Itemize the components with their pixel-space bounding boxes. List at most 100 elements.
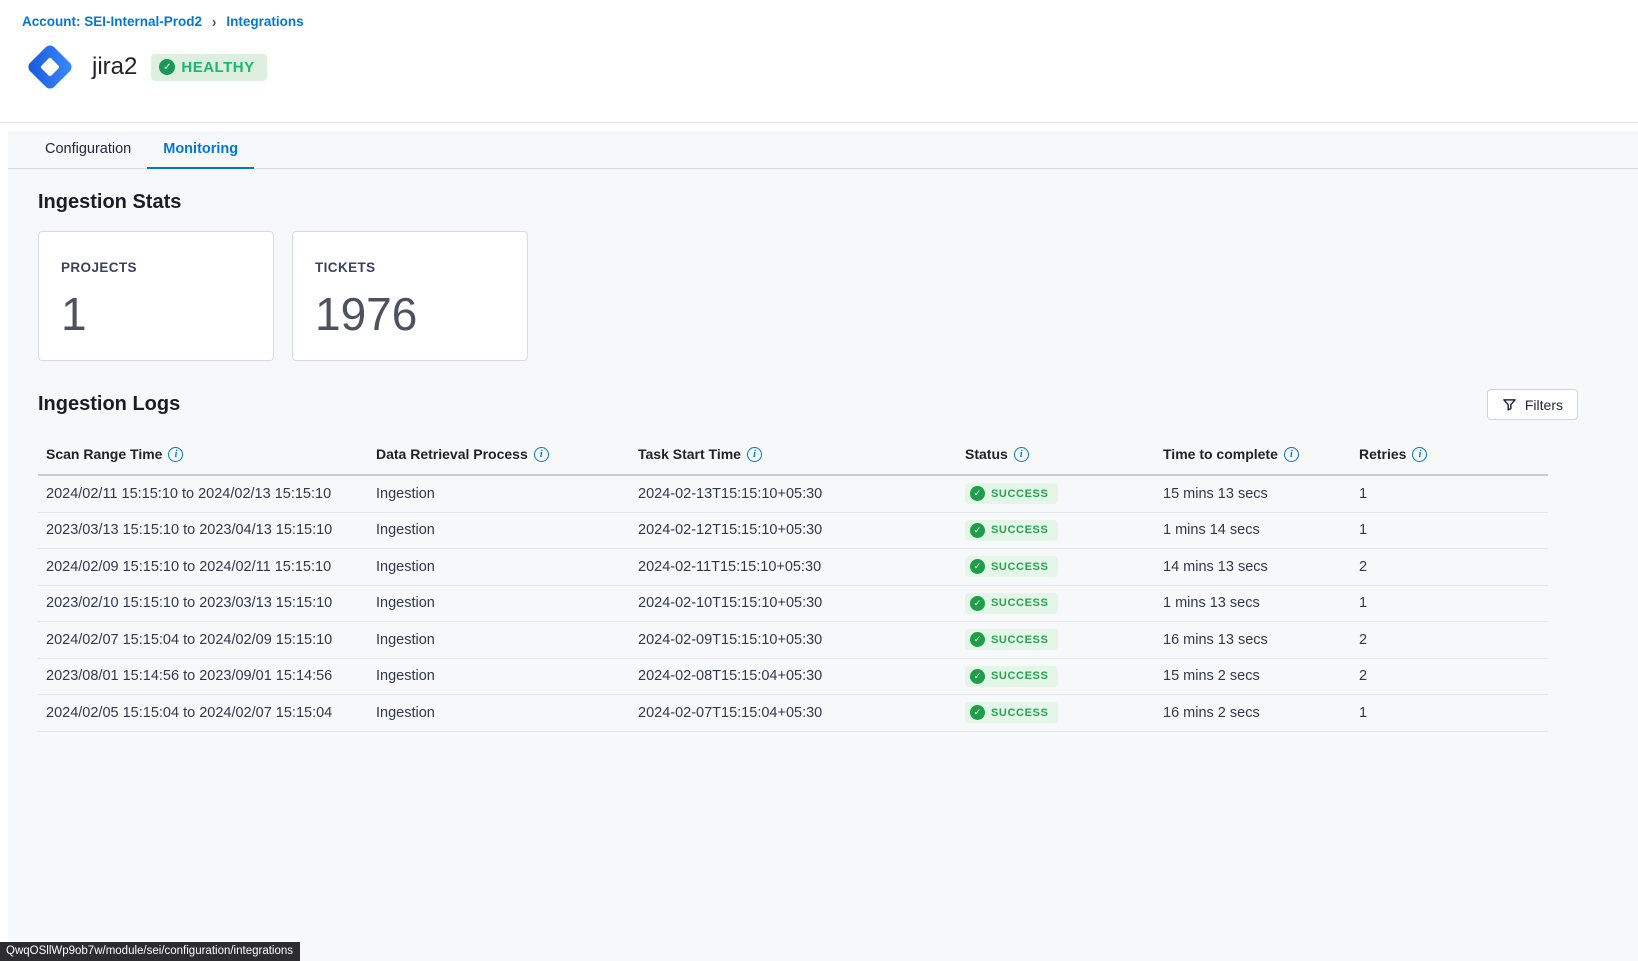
breadcrumb-integrations-link[interactable]: Integrations: [226, 14, 303, 29]
info-icon[interactable]: i: [1412, 447, 1427, 462]
status-badge: ✓ SUCCESS: [965, 556, 1058, 577]
time-to-complete-cell: 16 mins 13 secs: [1155, 632, 1351, 648]
ingestion-logs-heading: Ingestion Logs: [38, 393, 180, 416]
status-cell: ✓ SUCCESS: [957, 593, 1155, 614]
status-badge: ✓ SUCCESS: [965, 593, 1058, 614]
title-row: jira2 ✓ HEALTHY: [22, 39, 1638, 95]
check-icon: ✓: [970, 486, 985, 501]
breadcrumb-account-link[interactable]: Account: SEI-Internal-Prod2: [22, 14, 202, 29]
table-row[interactable]: 2024/02/07 15:15:04 to 2024/02/09 15:15:…: [38, 622, 1548, 659]
table-row[interactable]: 2024/02/09 15:15:10 to 2024/02/11 15:15:…: [38, 549, 1548, 586]
table-header-row: Scan Range Timei Data Retrieval Processi…: [38, 434, 1548, 476]
process-cell: Ingestion: [368, 522, 630, 538]
status-cell: ✓ SUCCESS: [957, 629, 1155, 650]
page-title: jira2: [92, 53, 137, 81]
info-icon[interactable]: i: [534, 447, 549, 462]
time-to-complete-cell: 16 mins 2 secs: [1155, 705, 1351, 721]
table-row[interactable]: 2024/02/11 15:15:10 to 2024/02/13 15:15:…: [38, 476, 1548, 513]
table-row[interactable]: 2023/03/13 15:15:10 to 2023/04/13 15:15:…: [38, 513, 1548, 550]
scan-range-cell: 2024/02/09 15:15:10 to 2024/02/11 15:15:…: [38, 559, 368, 575]
jira-logo-icon: [22, 39, 78, 95]
scan-range-cell: 2024/02/05 15:15:04 to 2024/02/07 15:15:…: [38, 705, 368, 721]
status-badge: ✓ SUCCESS: [965, 520, 1058, 541]
tab-monitoring[interactable]: Monitoring: [147, 141, 254, 169]
filters-button-label: Filters: [1525, 397, 1563, 413]
link-preview-status-bar: QwqOSllWp9ob7w/module/sei/configuration/…: [0, 942, 300, 961]
col-header-scan-range: Scan Range Timei: [38, 446, 368, 462]
check-icon: ✓: [970, 669, 985, 684]
process-cell: Ingestion: [368, 632, 630, 648]
process-cell: Ingestion: [368, 705, 630, 721]
retries-cell: 1: [1351, 595, 1548, 611]
stat-label: PROJECTS: [61, 260, 251, 275]
status-badge-label: SUCCESS: [991, 634, 1048, 646]
info-icon[interactable]: i: [1284, 447, 1299, 462]
app-root: Account: SEI-Internal-Prod2 › Integratio…: [0, 0, 1638, 961]
time-to-complete-cell: 1 mins 14 secs: [1155, 522, 1351, 538]
process-cell: Ingestion: [368, 668, 630, 684]
health-status-badge: ✓ HEALTHY: [151, 54, 266, 81]
check-icon: ✓: [970, 632, 985, 647]
table-row[interactable]: 2023/08/01 15:14:56 to 2023/09/01 15:14:…: [38, 659, 1548, 696]
check-icon: ✓: [970, 559, 985, 574]
retries-cell: 2: [1351, 559, 1548, 575]
status-badge-label: SUCCESS: [991, 670, 1048, 682]
status-badge: ✓ SUCCESS: [965, 483, 1058, 504]
task-start-cell: 2024-02-08T15:15:04+05:30: [630, 668, 957, 684]
tab-bar: Configuration Monitoring: [8, 131, 1638, 169]
chevron-right-icon: ›: [212, 13, 216, 31]
status-cell: ✓ SUCCESS: [957, 702, 1155, 723]
stat-value: 1: [61, 287, 251, 341]
stat-cards: PROJECTS 1 TICKETS 1976: [38, 231, 1638, 361]
info-icon[interactable]: i: [168, 447, 183, 462]
check-icon: ✓: [970, 705, 985, 720]
breadcrumb: Account: SEI-Internal-Prod2 › Integratio…: [22, 14, 1638, 29]
page-header: Account: SEI-Internal-Prod2 › Integratio…: [0, 0, 1638, 123]
status-cell: ✓ SUCCESS: [957, 666, 1155, 687]
content-area: Configuration Monitoring Ingestion Stats…: [8, 131, 1638, 961]
check-icon: ✓: [970, 596, 985, 611]
scan-range-cell: 2024/02/11 15:15:10 to 2024/02/13 15:15:…: [38, 486, 368, 502]
stat-card-projects: PROJECTS 1: [38, 231, 274, 361]
col-header-process: Data Retrieval Processi: [368, 446, 630, 462]
check-icon: ✓: [970, 523, 985, 538]
scan-range-cell: 2023/08/01 15:14:56 to 2023/09/01 15:14:…: [38, 668, 368, 684]
status-badge-label: SUCCESS: [991, 707, 1048, 719]
tab-configuration[interactable]: Configuration: [29, 141, 147, 169]
filter-funnel-icon: [1502, 397, 1517, 412]
col-header-time-to-complete: Time to completei: [1155, 446, 1351, 462]
time-to-complete-cell: 15 mins 2 secs: [1155, 668, 1351, 684]
status-cell: ✓ SUCCESS: [957, 556, 1155, 577]
status-badge-label: SUCCESS: [991, 524, 1048, 536]
ingestion-stats-heading: Ingestion Stats: [38, 191, 1638, 214]
col-header-retries: Retriesi: [1351, 446, 1548, 462]
retries-cell: 1: [1351, 705, 1548, 721]
time-to-complete-cell: 1 mins 13 secs: [1155, 595, 1351, 611]
health-badge-label: HEALTHY: [181, 59, 254, 76]
table-row[interactable]: 2023/02/10 15:15:10 to 2023/03/13 15:15:…: [38, 586, 1548, 623]
ingestion-logs-table: Scan Range Timei Data Retrieval Processi…: [38, 434, 1548, 732]
status-badge: ✓ SUCCESS: [965, 666, 1058, 687]
status-badge-label: SUCCESS: [991, 561, 1048, 573]
check-icon: ✓: [159, 59, 175, 75]
task-start-cell: 2024-02-07T15:15:04+05:30: [630, 705, 957, 721]
task-start-cell: 2024-02-09T15:15:10+05:30: [630, 632, 957, 648]
info-icon[interactable]: i: [747, 447, 762, 462]
process-cell: Ingestion: [368, 486, 630, 502]
info-icon[interactable]: i: [1014, 447, 1029, 462]
retries-cell: 1: [1351, 522, 1548, 538]
stat-label: TICKETS: [315, 260, 505, 275]
scan-range-cell: 2023/03/13 15:15:10 to 2023/04/13 15:15:…: [38, 522, 368, 538]
filters-button[interactable]: Filters: [1487, 389, 1578, 420]
status-badge: ✓ SUCCESS: [965, 629, 1058, 650]
task-start-cell: 2024-02-12T15:15:10+05:30: [630, 522, 957, 538]
col-header-status: Statusi: [957, 446, 1155, 462]
status-badge-label: SUCCESS: [991, 488, 1048, 500]
time-to-complete-cell: 14 mins 13 secs: [1155, 559, 1351, 575]
time-to-complete-cell: 15 mins 13 secs: [1155, 486, 1351, 502]
table-row[interactable]: 2024/02/05 15:15:04 to 2024/02/07 15:15:…: [38, 695, 1548, 732]
process-cell: Ingestion: [368, 559, 630, 575]
status-badge-label: SUCCESS: [991, 597, 1048, 609]
retries-cell: 1: [1351, 486, 1548, 502]
col-header-task-start: Task Start Timei: [630, 446, 957, 462]
